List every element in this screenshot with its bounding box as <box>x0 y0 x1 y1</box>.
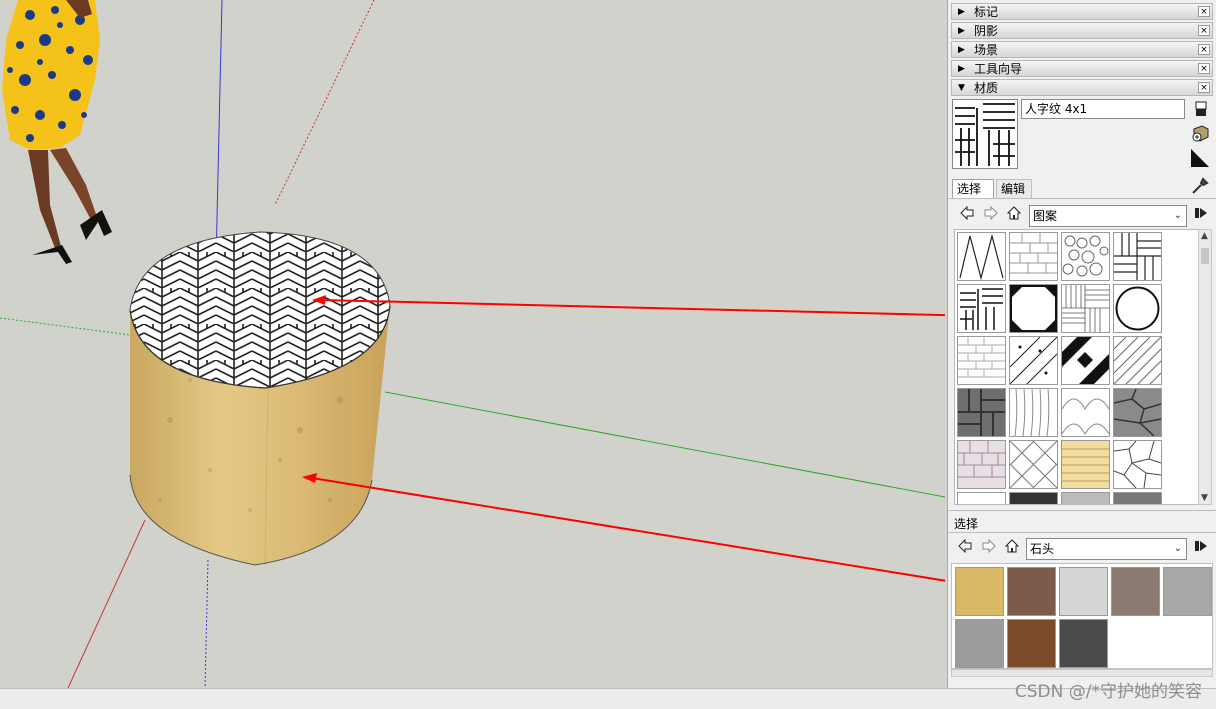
display-secondary-icon[interactable] <box>1194 101 1208 117</box>
collapse-arrow-icon: ▶ <box>958 45 965 55</box>
material-thumb-circle[interactable] <box>1113 284 1162 333</box>
material-thumb-octagon[interactable] <box>1009 284 1058 333</box>
material-thumb-checker-diag[interactable] <box>1061 336 1110 385</box>
details-arrow-icon[interactable] <box>1194 206 1208 220</box>
secondary-select-label: 选择 <box>954 517 979 531</box>
material-thumb-irregular-stone[interactable] <box>1113 440 1162 489</box>
textured-cylinder <box>129 231 391 566</box>
expand-arrow-icon: ▼ <box>958 83 965 93</box>
tab-select[interactable]: 选择 <box>952 179 994 198</box>
close-icon[interactable]: × <box>1198 44 1210 55</box>
eyedropper-icon[interactable] <box>1191 177 1209 195</box>
scroll-up-icon[interactable]: ▲ <box>1201 231 1208 241</box>
panel-title: 标记 <box>974 5 999 19</box>
pattern-grid-scrollbar[interactable]: ▲ ▼ <box>1198 229 1212 505</box>
material-thumb-hatch-diagonal[interactable] <box>1113 336 1162 385</box>
material-thumb-wood-lines[interactable] <box>1009 388 1058 437</box>
red-axis <box>67 519 146 688</box>
material-thumb-cobble[interactable] <box>1061 232 1110 281</box>
scroll-down-icon[interactable]: ▼ <box>1201 493 1208 503</box>
material-thumb-herringbone[interactable] <box>957 284 1006 333</box>
default-material-icon[interactable] <box>1190 148 1210 168</box>
panel-title: 阴影 <box>974 24 999 38</box>
material-thumb-brick-white[interactable] <box>957 336 1006 385</box>
forward-arrow-icon[interactable] <box>984 206 998 220</box>
home-icon[interactable] <box>1004 538 1020 554</box>
panel-title: 场景 <box>974 43 999 57</box>
material-thumb-partial[interactable] <box>1061 492 1110 504</box>
model-viewport[interactable] <box>0 0 945 688</box>
secondary-collection-dropdown[interactable]: 石头 ⌄ <box>1026 538 1187 560</box>
chevron-down-icon: ⌄ <box>1173 210 1182 221</box>
scene-drawing <box>0 0 945 688</box>
material-thumb-concrete[interactable] <box>955 619 1004 668</box>
material-thumb-wood-planks[interactable] <box>1061 440 1110 489</box>
forward-arrow-icon[interactable] <box>982 539 996 553</box>
blue-axis <box>215 0 223 263</box>
figure-person <box>2 0 112 264</box>
material-thumb-brown-granite[interactable] <box>1007 567 1056 616</box>
collapse-arrow-icon: ▶ <box>958 7 965 17</box>
material-thumb-white-marble[interactable] <box>1059 567 1108 616</box>
collapse-arrow-icon: ▶ <box>958 64 965 74</box>
panel-title: 材质 <box>974 81 999 95</box>
material-thumb-brick-light[interactable] <box>1009 232 1058 281</box>
panel-tags-header[interactable]: ▶ 标记 × <box>951 3 1213 20</box>
back-arrow-icon[interactable] <box>960 206 974 220</box>
material-thumb-fish-scale[interactable] <box>1061 388 1110 437</box>
stone-material-grid <box>951 563 1213 669</box>
callout-arrows <box>302 295 945 582</box>
material-thumb-partial[interactable] <box>1113 492 1162 504</box>
material-thumb-diagonal-dots[interactable] <box>1009 336 1058 385</box>
scroll-thumb[interactable] <box>1201 248 1209 264</box>
secondary-collection-value: 石头 <box>1030 542 1055 556</box>
details-arrow-icon[interactable] <box>1194 539 1208 553</box>
material-thumb-brown-stone[interactable] <box>1007 619 1056 668</box>
current-material-swatch[interactable] <box>952 99 1018 169</box>
collection-dropdown[interactable]: 图案 ⌄ <box>1029 205 1187 227</box>
watermark-text: CSDN @/*守护她的笑容 <box>1014 682 1202 702</box>
tab-edit[interactable]: 编辑 <box>996 179 1032 198</box>
close-icon[interactable]: × <box>1198 6 1210 17</box>
stone-grid-scrollbar[interactable] <box>951 669 1213 677</box>
panel-title: 工具向导 <box>974 62 1023 76</box>
create-material-icon[interactable] <box>1190 125 1210 143</box>
panel-scenes-header[interactable]: ▶ 场景 × <box>951 41 1213 58</box>
material-thumb-light-granite[interactable] <box>1163 567 1212 616</box>
material-thumb-partial[interactable] <box>957 492 1006 504</box>
close-icon[interactable]: × <box>1198 25 1210 36</box>
material-thumb-dark-stone[interactable] <box>1059 619 1108 668</box>
material-thumb-basketweave[interactable] <box>1113 232 1162 281</box>
material-thumb-sandstone[interactable] <box>955 567 1004 616</box>
panel-instructor-header[interactable]: ▶ 工具向导 × <box>951 60 1213 77</box>
collapse-arrow-icon: ▶ <box>958 26 965 36</box>
back-arrow-icon[interactable] <box>958 539 972 553</box>
material-thumb-flagstone-gray[interactable] <box>1113 388 1162 437</box>
material-thumb-gray-granite[interactable] <box>1111 567 1160 616</box>
material-thumb-diamond-lattice[interactable] <box>1009 440 1058 489</box>
panel-shadows-header[interactable]: ▶ 阴影 × <box>951 22 1213 39</box>
green-axis <box>384 391 945 498</box>
material-thumb-stone-blocks-dark[interactable] <box>957 388 1006 437</box>
panel-materials-header[interactable]: ▼ 材质 × <box>951 79 1213 96</box>
material-thumb-partial[interactable] <box>1009 492 1058 504</box>
material-name-field[interactable]: 人字纹 4x1 <box>1021 99 1185 119</box>
chevron-down-icon: ⌄ <box>1173 543 1182 554</box>
material-thumb-parquet[interactable] <box>1061 284 1110 333</box>
home-icon[interactable] <box>1006 205 1022 221</box>
material-thumb-shingle[interactable] <box>957 440 1006 489</box>
pattern-material-grid <box>954 229 1200 505</box>
collection-dropdown-value: 图案 <box>1033 209 1058 223</box>
green-axis-dashed <box>0 317 131 336</box>
red-axis-dashed <box>274 0 375 206</box>
close-icon[interactable]: × <box>1198 63 1210 74</box>
default-tray: ▶ 标记 × ▶ 阴影 × ▶ 场景 × ▶ 工具向导 × ▼ 材质 × 人字纹… <box>947 0 1216 688</box>
close-icon[interactable]: × <box>1198 82 1210 93</box>
material-thumb-zigzag[interactable] <box>957 232 1006 281</box>
